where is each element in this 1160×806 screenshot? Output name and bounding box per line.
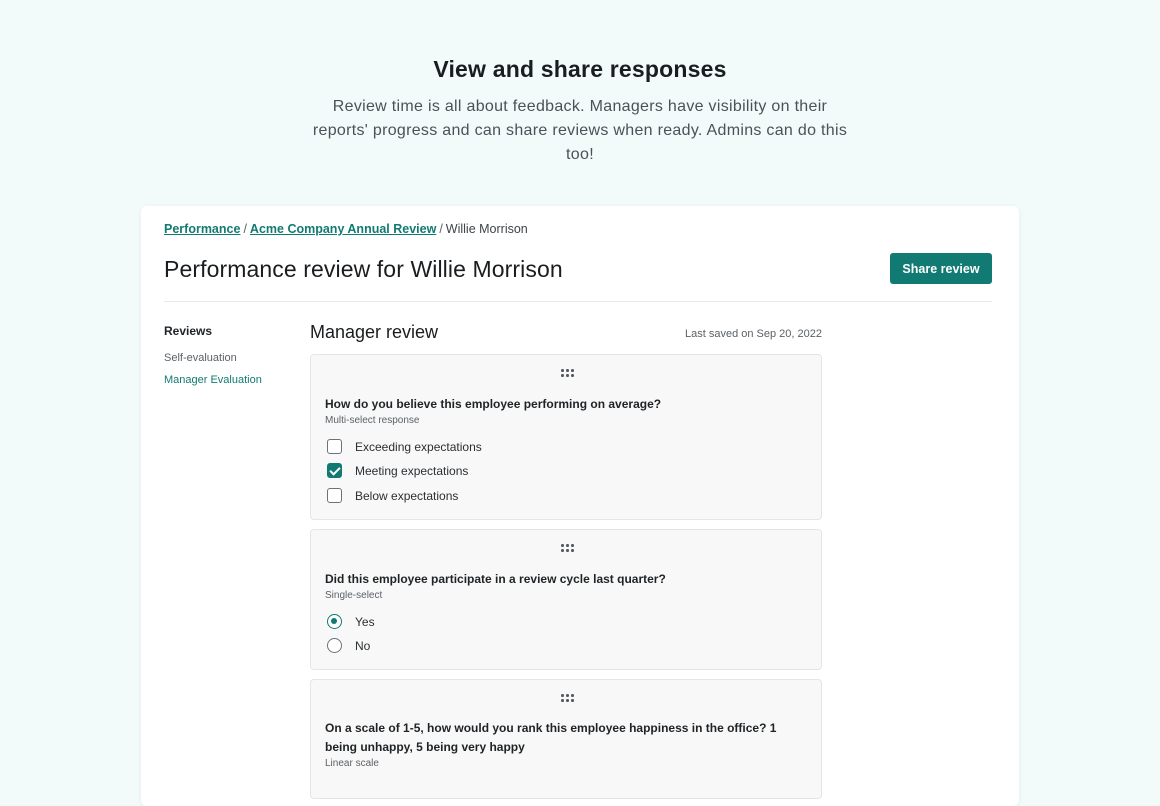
hero: View and share responses Review time is … <box>0 56 1160 167</box>
question-card-performance: How do you believe this employee perform… <box>310 354 822 520</box>
breadcrumb-separator: / <box>439 222 443 236</box>
question-type: Single-select <box>325 590 383 601</box>
option-label: Meeting expectations <box>355 463 469 478</box>
breadcrumb-annual-review[interactable]: Acme Company Annual Review <box>250 222 436 236</box>
question-text: Did this employee participate in a revie… <box>325 572 666 586</box>
drag-handle-icon[interactable] <box>561 544 575 554</box>
question-text: On a scale of 1-5, how would you rank th… <box>325 721 777 754</box>
drag-handle-icon[interactable] <box>561 694 575 704</box>
option-meeting-expectations[interactable]: Meeting expectations <box>327 463 468 478</box>
option-label: Exceeding expectations <box>355 439 482 454</box>
sidebar-heading: Reviews <box>164 324 213 338</box>
review-card: Performance / Acme Company Annual Review / W… <box>141 206 1019 806</box>
option-label: No <box>355 638 371 653</box>
manager-review-section: Manager review Last saved on Sep 20, 202… <box>310 322 822 799</box>
drag-handle-icon[interactable] <box>561 369 575 379</box>
sidebar-item-self-evaluation[interactable]: Self-evaluation <box>164 352 262 364</box>
option-yes[interactable]: Yes <box>327 614 375 629</box>
radio-unselected[interactable] <box>327 638 342 653</box>
option-exceeding-expectations[interactable]: Exceeding expectations <box>327 439 482 454</box>
share-review-button[interactable]: Share review <box>890 253 992 284</box>
option-below-expectations[interactable]: Below expectations <box>327 488 458 503</box>
checkbox-unchecked[interactable] <box>327 488 342 503</box>
question-type: Linear scale <box>325 758 379 769</box>
page-title: Performance review for Willie Morrison <box>164 256 563 282</box>
breadcrumb-performance[interactable]: Performance <box>164 222 240 236</box>
reviews-sidebar: Reviews Self-evaluation Manager Evaluati… <box>164 324 262 396</box>
checkbox-unchecked[interactable] <box>327 439 342 454</box>
radio-selected[interactable] <box>327 614 342 629</box>
last-saved-text: Last saved on Sep 20, 2022 <box>685 328 822 340</box>
breadcrumb-current: Willie Morrison <box>445 222 528 236</box>
question-card-review-cycle: Did this employee participate in a revie… <box>310 529 822 670</box>
hero-subtitle: Review time is all about feedback. Manag… <box>312 98 848 163</box>
option-no[interactable]: No <box>327 638 370 653</box>
checkbox-checked[interactable] <box>327 463 342 478</box>
question-card-happiness-scale: On a scale of 1-5, how would you rank th… <box>310 679 822 799</box>
breadcrumb: Performance / Acme Company Annual Review / W… <box>164 222 528 236</box>
hero-title: View and share responses <box>433 56 727 82</box>
option-label: Below expectations <box>355 488 459 503</box>
question-type: Multi-select response <box>325 415 420 426</box>
sidebar-item-manager-evaluation[interactable]: Manager Evaluation <box>164 374 262 386</box>
header-divider <box>164 301 992 302</box>
breadcrumb-separator: / <box>243 222 247 236</box>
option-label: Yes <box>355 614 375 629</box>
question-text: How do you believe this employee perform… <box>325 397 662 411</box>
